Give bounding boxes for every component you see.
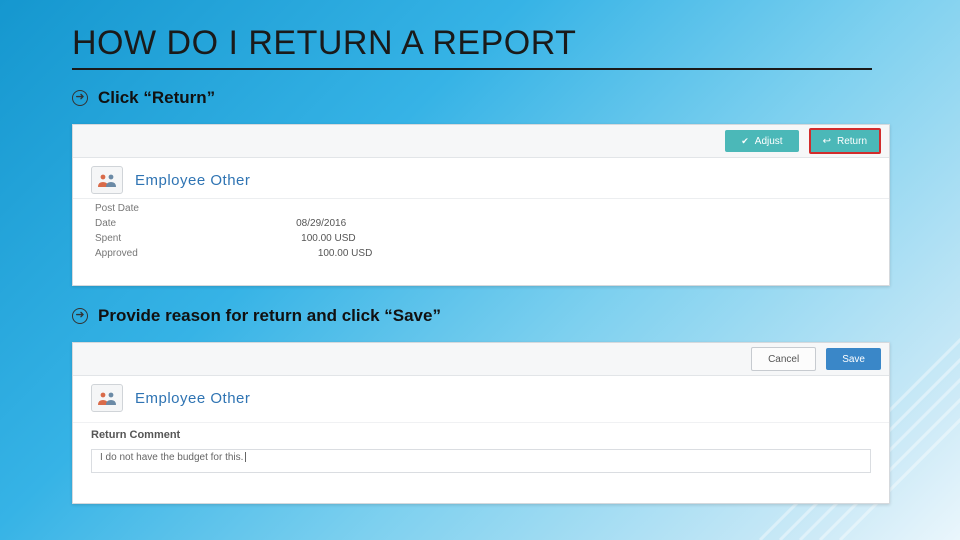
row-approved: Approved 100.00 USD [73,246,889,261]
report-category-title: Employee Other [135,390,250,407]
approved-value: 100.00 USD [318,248,372,259]
bullet-arrow-icon: ➜ [72,308,88,324]
date-label: Date [95,218,116,229]
row-spent: Spent 100.00 USD [73,231,889,246]
save-button-label: Save [842,354,865,365]
text-cursor [245,452,246,462]
bullet-arrow-icon: ➜ [72,90,88,106]
return-arrow-icon [823,136,831,147]
spent-value: 100.00 USD [301,233,355,244]
slide-title: HOW DO I RETURN A REPORT [72,24,576,63]
slide: HOW DO I RETURN A REPORT ➜ Click “Return… [0,0,960,540]
screenshot-return-comment: Cancel Save Employee Other Return Commen… [72,342,890,504]
check-icon [741,136,749,147]
bullet-step-1-text: Click “Return” [98,88,215,108]
cancel-button-label: Cancel [768,354,799,365]
cancel-button[interactable]: Cancel [751,347,816,371]
report-header: Employee Other [73,376,889,416]
bullet-step-2: ➜ Provide reason for return and click “S… [72,306,441,326]
action-toolbar: Adjust Return [73,125,889,158]
post-date-label: Post Date [95,203,139,214]
title-underline [72,68,872,70]
category-icon [91,166,123,194]
approved-label: Approved [95,248,138,259]
bullet-step-2-text: Provide reason for return and click “Sav… [98,306,441,326]
save-button[interactable]: Save [826,348,881,370]
bullet-step-1: ➜ Click “Return” [72,88,215,108]
spent-label: Spent [95,233,121,244]
action-toolbar: Cancel Save [73,343,889,376]
adjust-button[interactable]: Adjust [725,130,798,152]
report-header: Employee Other [73,158,889,198]
date-value: 08/29/2016 [296,218,346,229]
return-button-label: Return [837,136,867,147]
screenshot-return-action: Adjust Return Employee Other Post Date D… [72,124,890,286]
report-category-title: Employee Other [135,172,250,189]
return-comment-section: Return Comment I do not have the budget … [73,416,889,487]
return-button[interactable]: Return [809,128,881,154]
category-icon [91,384,123,412]
report-details: Post Date Date 08/29/2016 Spent 100.00 U… [73,198,889,265]
row-post-date: Post Date [73,201,889,216]
return-comment-label: Return Comment [73,422,889,445]
adjust-button-label: Adjust [755,136,783,147]
return-comment-input[interactable]: I do not have the budget for this. [91,449,871,473]
return-comment-field-wrap: I do not have the budget for this. [73,445,889,477]
row-date: Date 08/29/2016 [73,216,889,231]
return-comment-value: I do not have the budget for this. [100,452,243,463]
